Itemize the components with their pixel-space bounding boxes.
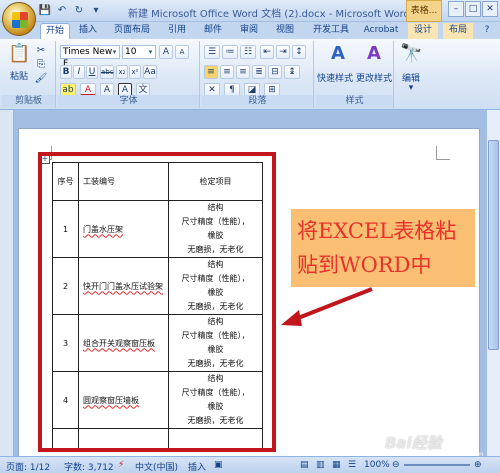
find-binoculars-icon[interactable]: 🔭 (400, 43, 422, 65)
save-icon[interactable]: 💾 (38, 4, 52, 18)
undo-icon[interactable]: ↶ (55, 4, 69, 18)
chevron-down-icon: ▾ (112, 48, 117, 56)
tab-developer[interactable]: 开发工具 (307, 23, 355, 39)
line-spacing-icon[interactable]: ↨ (284, 65, 300, 79)
font-group: Times New F ▾ 10 ▾ A A B I U abc x₂ x² Aa … (58, 41, 200, 108)
change-styles-button[interactable]: 更改样式 (354, 71, 394, 84)
office-button[interactable] (2, 2, 36, 36)
close-button[interactable]: ✕ (482, 1, 498, 17)
font-group-label: 字体 (58, 95, 199, 107)
status-bar: 页面: 1/12 字数: 3,712 ⚡ 中文(中国) 插入 ▣ ▤ ▥ ▦ ☰… (0, 456, 500, 473)
redo-icon[interactable]: ↻ (72, 4, 86, 18)
minimize-button[interactable]: – (448, 1, 464, 17)
cut-icon[interactable]: ✂ (34, 45, 48, 56)
quick-styles-icon[interactable]: A (326, 43, 350, 67)
editing-group: 🔭 编辑 ▾ (396, 41, 426, 108)
insert-mode[interactable]: 插入 (188, 460, 206, 473)
paragraph-group-label: 段落 (202, 95, 313, 107)
qat-dropdown-icon[interactable]: ▾ (89, 4, 103, 18)
title-bar: 💾 ↶ ↻ ▾ 新建 Microsoft Office Word 文档 (2).… (0, 0, 500, 22)
annotation-callout: 将EXCEL表格粘贴到WORD中 (291, 209, 475, 287)
help-icon[interactable]: ? (478, 23, 496, 39)
clipboard-group: 📋 粘贴 ✂ ⎘ 🖌 剪贴板 (2, 41, 56, 108)
window-title: 新建 Microsoft Office Word 文档 (2).docx - M… (128, 9, 410, 20)
justify-icon[interactable]: ≣ (252, 65, 266, 79)
proofing-icon[interactable]: ⚡ (118, 460, 124, 470)
shrink-font-icon[interactable]: A (175, 45, 189, 59)
tab-page-layout[interactable]: 页面布局 (108, 23, 156, 39)
crop-mark (436, 146, 450, 160)
strikethrough-icon[interactable]: abc (100, 65, 114, 79)
maximize-button[interactable]: □ (465, 1, 481, 17)
underline-icon[interactable]: U (86, 65, 98, 79)
ribbon-tabs: 开始 插入 页面布局 引用 邮件 审阅 视图 开发工具 Acrobat 设计 布… (0, 22, 500, 39)
decrease-indent-icon[interactable]: ⇤ (260, 45, 274, 59)
change-styles-icon[interactable]: A (362, 43, 386, 67)
context-tab-header: 表格... (406, 0, 442, 22)
superscript-icon[interactable]: x² (129, 65, 141, 79)
zoom-out-icon[interactable]: ⊖ (392, 460, 400, 470)
font-size-combo[interactable]: 10 ▾ (122, 45, 156, 59)
tab-acrobat[interactable]: Acrobat (361, 23, 401, 39)
format-painter-icon[interactable]: 🖌 (34, 73, 48, 84)
italic-icon[interactable]: I (73, 65, 85, 79)
language-indicator[interactable]: 中文(中国) (135, 460, 178, 473)
outline-icon[interactable]: ☰ (348, 460, 356, 470)
clipboard-group-label: 剪贴板 (2, 95, 55, 107)
subscript-icon[interactable]: x₂ (116, 65, 128, 79)
grow-font-icon[interactable]: A (159, 45, 173, 59)
web-layout-icon[interactable]: ▦ (332, 460, 341, 470)
full-screen-reading-icon[interactable]: ▥ (316, 460, 325, 470)
paste-icon[interactable]: 📋 (8, 43, 30, 67)
zoom-in-icon[interactable]: ⊕ (474, 460, 482, 470)
align-right-icon[interactable]: ≡ (236, 65, 250, 79)
macro-record-icon[interactable]: ▣ (214, 460, 223, 470)
paste-button-label[interactable]: 粘贴 (6, 69, 32, 82)
page-indicator[interactable]: 页面: 1/12 (6, 460, 50, 473)
tab-insert[interactable]: 插入 (74, 23, 102, 39)
increase-indent-icon[interactable]: ⇥ (276, 45, 290, 59)
copy-icon[interactable]: ⎘ (34, 59, 48, 70)
tab-home[interactable]: 开始 (40, 23, 70, 39)
paragraph-group: ☰ ≔ ☷ ⇤ ⇥ ↕ ≡ ≡ ≡ ≣ ⊟ ↨ ✕ ¶ ◪ ⊞ 段落 (202, 41, 314, 108)
word-count[interactable]: 字数: 3,712 (64, 460, 114, 473)
tab-mailings[interactable]: 邮件 (199, 23, 227, 39)
tab-view[interactable]: 视图 (271, 23, 299, 39)
zoom-level[interactable]: 100% (364, 460, 390, 470)
quick-access-toolbar: 💾 ↶ ↻ ▾ (38, 4, 103, 18)
multilevel-list-icon[interactable]: ☷ (240, 45, 256, 59)
tab-references[interactable]: 引用 (163, 23, 191, 39)
vertical-ruler (0, 110, 14, 456)
bold-icon[interactable]: B (60, 65, 72, 79)
ribbon: 📋 粘贴 ✂ ⎘ 🖌 剪贴板 Times New F ▾ 10 ▾ A A B I … (0, 39, 500, 110)
print-layout-icon[interactable]: ▤ (300, 460, 309, 470)
chevron-down-icon: ▾ (148, 48, 153, 56)
numbering-icon[interactable]: ≔ (222, 45, 238, 59)
tab-layout[interactable]: 布局 (443, 23, 473, 39)
styles-group-label: 样式 (316, 95, 393, 107)
align-center-icon[interactable]: ≡ (220, 65, 234, 79)
align-left-icon[interactable]: ≡ (204, 65, 218, 79)
chevron-down-icon: ▾ (408, 83, 414, 93)
styles-group: A 快速样式 A 更改样式 样式 (316, 41, 394, 108)
tab-design[interactable]: 设计 (408, 23, 438, 39)
zoom-slider[interactable] (404, 464, 470, 466)
change-case-icon[interactable]: Aa (143, 65, 157, 79)
bullets-icon[interactable]: ☰ (204, 45, 220, 59)
scroll-thumb[interactable] (488, 140, 499, 350)
distributed-icon[interactable]: ⊟ (268, 65, 282, 79)
office-logo-icon (12, 12, 28, 28)
highlight-frame (38, 152, 276, 452)
sort-icon[interactable]: ↕ (292, 45, 306, 59)
quick-styles-button[interactable]: 快速样式 (316, 71, 354, 84)
vertical-scrollbar[interactable] (486, 110, 500, 456)
font-name-combo[interactable]: Times New F ▾ (60, 45, 120, 69)
tab-review[interactable]: 审阅 (235, 23, 263, 39)
